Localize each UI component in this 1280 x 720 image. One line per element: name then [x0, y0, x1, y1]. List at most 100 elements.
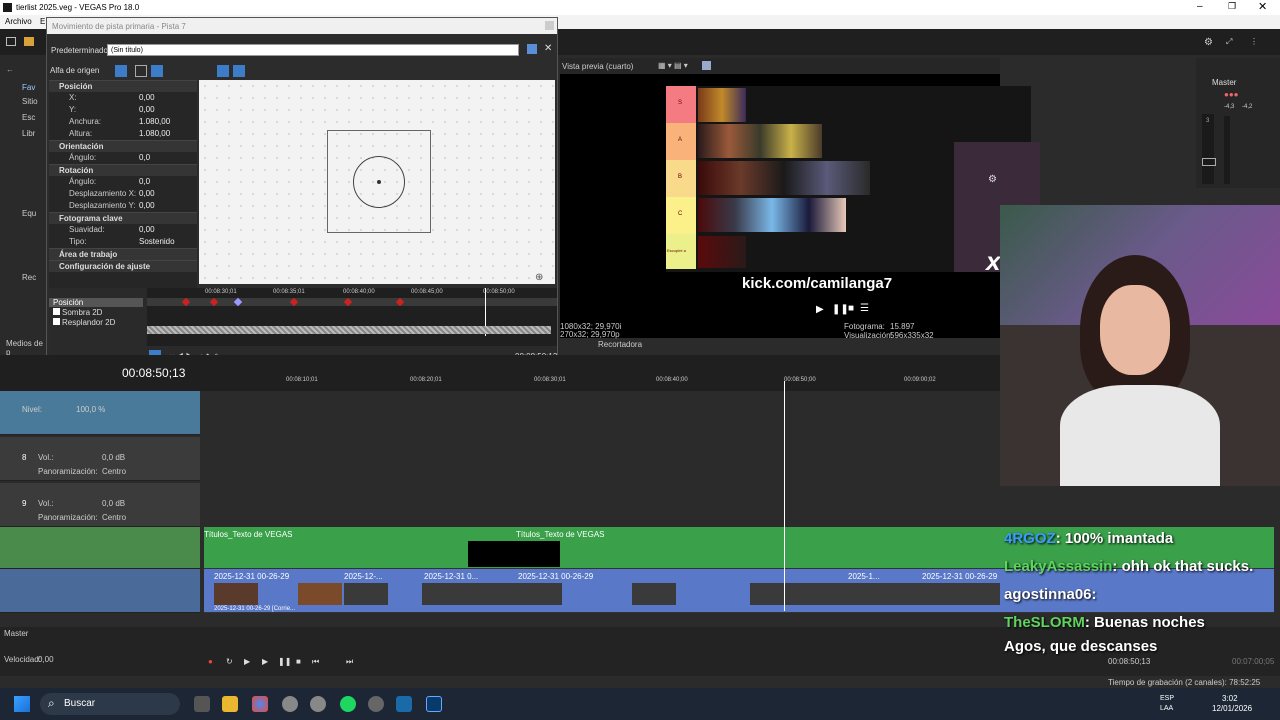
preview-settings-icon[interactable]: ⚙: [988, 174, 997, 185]
preview-quality-dropdown[interactable]: Vista previa (cuarto): [562, 62, 633, 71]
section-fotograma[interactable]: Fotograma clave: [49, 212, 197, 224]
record-icon[interactable]: ●: [208, 657, 213, 666]
obs-icon[interactable]: [310, 696, 326, 712]
motion-canvas[interactable]: ⊕: [199, 80, 555, 284]
explorer-item-sitio[interactable]: Sitio: [22, 97, 38, 106]
grid-icon[interactable]: [233, 65, 245, 77]
clip-label[interactable]: 2025-12-31 0...: [424, 572, 478, 581]
save-snapshot-icon[interactable]: [702, 61, 711, 70]
menu-edit[interactable]: E: [40, 17, 45, 26]
black-clip[interactable]: [468, 541, 560, 567]
go-end-icon[interactable]: ⏭: [346, 657, 353, 667]
explorer-item-equ[interactable]: Equ: [22, 209, 36, 218]
play-from-start-icon[interactable]: ▶: [244, 657, 250, 666]
master-fx-icons[interactable]: ●●●: [1224, 90, 1239, 99]
kf-scrollbar[interactable]: [147, 326, 551, 334]
kf-track-resplandor[interactable]: Resplandor 2D: [53, 318, 115, 327]
section-posicion[interactable]: Posición: [49, 80, 197, 92]
clip-label[interactable]: 2025-12-31 00-26-29: [214, 572, 289, 581]
section-orientacion[interactable]: Orientación: [49, 140, 197, 152]
media-track-header[interactable]: [0, 569, 200, 613]
recortadora-tab[interactable]: Recortadora: [598, 340, 642, 349]
normal-edit-icon[interactable]: [135, 65, 147, 77]
close-icon[interactable]: ✕: [1258, 0, 1267, 13]
vol-value[interactable]: 0,0 dB: [102, 499, 125, 508]
expand-icon[interactable]: ⤢: [1226, 37, 1232, 47]
clip-label[interactable]: 2025-12-...: [344, 572, 383, 581]
settings-gear-icon[interactable]: ⚙: [1204, 37, 1213, 48]
kf-track-posicion[interactable]: Posición: [49, 298, 143, 307]
master-fader[interactable]: [1202, 114, 1214, 184]
zoom-icon[interactable]: ⊕: [535, 272, 543, 283]
steam-icon[interactable]: [396, 696, 412, 712]
app-icon[interactable]: [368, 696, 384, 712]
preview-menu-icon[interactable]: ☰: [860, 303, 869, 314]
snap-icon[interactable]: [217, 65, 229, 77]
center-point[interactable]: [377, 180, 381, 184]
clip-label[interactable]: 2025-12-31 00-26-29 [Corrie...: [214, 606, 295, 612]
delete-preset-icon[interactable]: ✕: [544, 43, 552, 54]
checkbox-sombra[interactable]: [53, 308, 60, 315]
transport-stop-icon[interactable]: ■: [296, 657, 301, 666]
app-gear-icon[interactable]: [282, 696, 298, 712]
clip-label[interactable]: 2025-12-31 00-26-29: [922, 572, 997, 581]
save-preset-icon[interactable]: [527, 44, 537, 54]
nivel-value[interactable]: 100,0 %: [76, 405, 105, 414]
minimize-icon[interactable]: –: [1197, 1, 1203, 12]
transport-play-icon[interactable]: ▶: [262, 657, 268, 666]
kf-track-sombra[interactable]: Sombra 2D: [53, 308, 102, 317]
pan-value[interactable]: Centro: [102, 513, 126, 522]
checkbox-resplandor[interactable]: [53, 318, 60, 325]
split-screen-icon[interactable]: ▦ ▾ ▤ ▾: [658, 61, 688, 70]
transport-pause-icon[interactable]: ❚❚: [278, 657, 291, 666]
title-clip-label[interactable]: Títulos_Texto de VEGAS: [516, 530, 605, 539]
spotify-icon[interactable]: [340, 696, 356, 712]
timeline-playhead[interactable]: [784, 381, 785, 611]
audio-track-header-8[interactable]: 8 Vol.: 0,0 dB Panoramización: Centro: [0, 437, 200, 481]
task-view-icon[interactable]: [194, 696, 210, 712]
pan-value[interactable]: Centro: [102, 467, 126, 476]
section-area[interactable]: Área de trabajo: [49, 248, 197, 260]
kf-timeline[interactable]: 00:08:30;01 00:08:35;01 00:08:40;00 00:0…: [147, 288, 557, 346]
explorer-item-rec[interactable]: Rec: [22, 273, 36, 282]
clip-label[interactable]: 2025-1...: [848, 572, 880, 581]
new-project-icon[interactable]: [6, 37, 16, 46]
clip-label[interactable]: 2025-12-31 00-26-29: [518, 572, 593, 581]
video-track-header[interactable]: Nivel: 100,0 %: [0, 391, 200, 435]
fader-handle[interactable]: [1202, 158, 1216, 166]
chrome-icon[interactable]: [252, 696, 268, 712]
language-indicator[interactable]: ESP: [1160, 695, 1174, 702]
edit-mode-icon[interactable]: [115, 65, 127, 77]
alpha-dropdown[interactable]: Alfa de origen: [50, 66, 99, 75]
explorer-item-fav[interactable]: Fav: [22, 83, 35, 92]
section-rotacion[interactable]: Rotación: [49, 164, 197, 176]
explorer-item-libr[interactable]: Libr: [22, 129, 35, 138]
play-icon[interactable]: ▶: [816, 304, 824, 315]
title-track-header[interactable]: [0, 527, 200, 569]
language-indicator-2[interactable]: LAA: [1160, 705, 1173, 712]
loop-icon[interactable]: ↻: [226, 657, 233, 666]
audio-track-header-9[interactable]: 9 Vol.: 0,0 dB Panoramización: Centro: [0, 483, 200, 527]
move-mode-icon[interactable]: [151, 65, 163, 77]
taskbar-search[interactable]: ⌕ Buscar: [40, 693, 180, 715]
section-ajuste[interactable]: Configuración de ajuste: [49, 260, 197, 272]
more-icon[interactable]: ⋮: [1250, 37, 1258, 46]
pause-icon[interactable]: ❚❚: [832, 304, 849, 315]
velocidad-value[interactable]: 0,00: [38, 655, 54, 664]
maximize-icon[interactable]: ❐: [1228, 1, 1236, 12]
vegas-taskbar-icon[interactable]: [426, 696, 442, 712]
menu-archivo[interactable]: Archivo: [5, 17, 32, 26]
open-folder-icon[interactable]: [24, 37, 34, 46]
stop-icon[interactable]: ■: [848, 303, 854, 314]
title-clip-label[interactable]: Títulos_Texto de VEGAS: [204, 530, 293, 539]
vol-value[interactable]: 0,0 dB: [102, 453, 125, 462]
windows-start-icon[interactable]: [14, 696, 30, 712]
preset-dropdown[interactable]: (Sin título): [107, 44, 519, 56]
clock-date[interactable]: 12/01/2026: [1212, 704, 1252, 713]
back-arrow-icon[interactable]: ←: [6, 65, 14, 74]
explorer-item-esc[interactable]: Esc: [22, 113, 35, 122]
clock-time[interactable]: 3:02: [1222, 694, 1238, 703]
file-explorer-icon[interactable]: [222, 696, 238, 712]
go-start-icon[interactable]: ⏮: [312, 657, 319, 667]
dialog-close-icon[interactable]: [545, 21, 554, 30]
